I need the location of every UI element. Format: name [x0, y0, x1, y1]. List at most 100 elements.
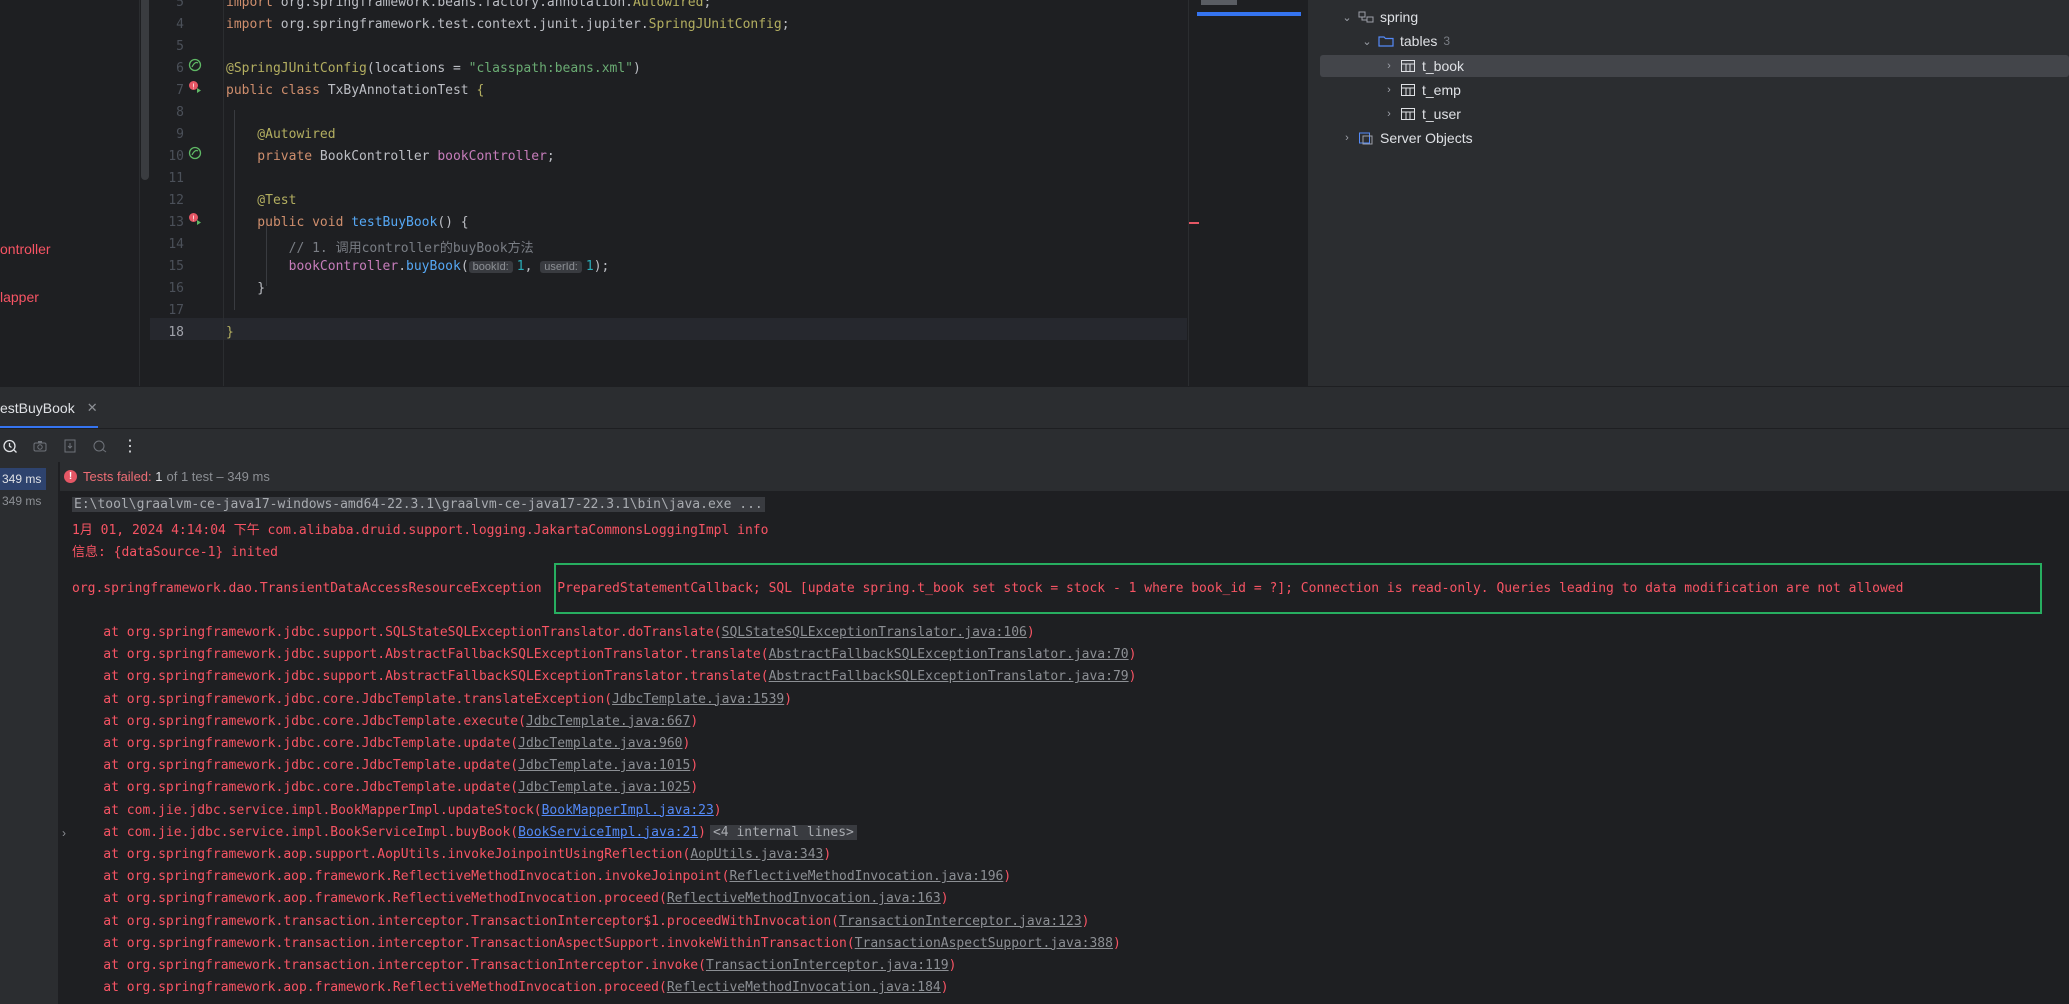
code-line[interactable]: @SpringJUnitConfig(locations = "classpat…: [226, 61, 641, 76]
import-icon[interactable]: [62, 438, 78, 454]
test-history-icon[interactable]: [2, 438, 18, 454]
error-stripe-marker[interactable]: [1189, 222, 1199, 224]
settings-icon[interactable]: [92, 438, 108, 454]
source-link[interactable]: AbstractFallbackSQLExceptionTranslator.j…: [769, 647, 1129, 662]
tree-schema-spring[interactable]: ⌄ spring: [1308, 6, 2069, 28]
stack-frame-end: ): [698, 824, 706, 840]
test-status-bar: ! Tests failed: 1 of 1 test – 349 ms: [60, 462, 2069, 492]
code-editor[interactable]: 5 4 5 6 7 8 9 10 11 12 13 14 15 16 17 18 ! ! import org…: [150, 0, 1196, 386]
code-line[interactable]: public class TxByAnnotationTest {: [226, 83, 484, 98]
source-link[interactable]: JdbcTemplate.java:1539: [612, 692, 784, 707]
run-test-method-icon[interactable]: !: [188, 212, 202, 226]
line-number[interactable]: 17: [150, 303, 184, 318]
test-duration: 349 ms: [2, 494, 42, 508]
source-link[interactable]: ReflectiveMethodInvocation.java:163: [667, 891, 941, 906]
line-number[interactable]: 10: [150, 149, 184, 164]
table-icon: [1401, 60, 1415, 72]
expand-internal-lines-icon[interactable]: ›: [62, 826, 66, 840]
code-line[interactable]: import org.springframework.beans.factory…: [226, 0, 711, 10]
source-link[interactable]: BookMapperImpl.java:23: [542, 803, 714, 818]
tree-server-objects[interactable]: › Server Objects: [1308, 127, 2069, 149]
code-line[interactable]: }: [226, 325, 234, 340]
source-link[interactable]: AopUtils.java:343: [690, 847, 823, 862]
line-number[interactable]: 16: [150, 281, 184, 296]
line-number[interactable]: 12: [150, 193, 184, 208]
source-link[interactable]: SQLStateSQLExceptionTranslator.java:106: [722, 625, 1027, 640]
source-link[interactable]: ReflectiveMethodInvocation.java:196: [729, 869, 1003, 884]
source-link[interactable]: TransactionAspectSupport.java:388: [855, 936, 1113, 951]
chevron-down-icon[interactable]: ⌄: [1340, 11, 1354, 24]
code-line[interactable]: @Autowired: [226, 127, 335, 142]
stack-frame-line: at org.springframework.jdbc.support.Abst…: [72, 669, 1136, 684]
code-line[interactable]: private BookController bookController;: [226, 149, 554, 164]
stack-frame-method: at org.springframework.jdbc.core.JdbcTem…: [72, 758, 519, 774]
source-link[interactable]: TransactionInterceptor.java:119: [706, 958, 949, 973]
internal-lines-fold[interactable]: <4 internal lines>: [709, 824, 857, 840]
source-link[interactable]: AbstractFallbackSQLExceptionTranslator.j…: [769, 669, 1129, 684]
more-options-icon[interactable]: ⋮: [122, 438, 138, 455]
line-number[interactable]: 4: [150, 17, 184, 32]
code-token: org.springframework.beans.factory.annota…: [280, 0, 633, 10]
tree-server-objects-label: Server Objects: [1380, 130, 1473, 146]
line-number[interactable]: 11: [150, 171, 184, 186]
table-icon: [1401, 108, 1415, 120]
tree-table-t-emp[interactable]: › t_emp: [1308, 79, 2069, 101]
code-token: ): [633, 61, 641, 76]
tree-schema-label: spring: [1380, 9, 1419, 25]
console-command-line[interactable]: E:\tool\graalvm-ce-java17-windows-amd64-…: [72, 497, 765, 512]
source-link[interactable]: JdbcTemplate.java:960: [518, 736, 682, 751]
code-token: ,: [524, 259, 541, 274]
stack-frame-method: at org.springframework.transaction.inter…: [72, 935, 855, 951]
line-number[interactable]: 8: [150, 105, 184, 120]
code-line[interactable]: bookController.buyBook(bookId: 1, userId:…: [226, 259, 610, 274]
chevron-right-icon[interactable]: ›: [1340, 132, 1354, 144]
line-number[interactable]: 18: [150, 325, 184, 340]
line-number[interactable]: 5: [150, 0, 184, 10]
source-link[interactable]: JdbcTemplate.java:667: [526, 714, 690, 729]
project-panel: ontroller lapper: [0, 0, 140, 386]
camera-icon[interactable]: [32, 438, 48, 454]
line-number[interactable]: 15: [150, 259, 184, 274]
project-item-controller[interactable]: ontroller: [0, 241, 51, 257]
tree-folder-tables[interactable]: ⌄ tables 3: [1308, 30, 2069, 52]
line-number[interactable]: 6: [150, 61, 184, 76]
test-tree-root[interactable]: 349 ms: [0, 468, 46, 490]
source-link[interactable]: JdbcTemplate.java:1025: [518, 780, 690, 795]
line-number[interactable]: 7: [150, 83, 184, 98]
source-link[interactable]: BookServiceImpl.java:21: [518, 825, 698, 840]
source-link[interactable]: JdbcTemplate.java:1015: [518, 758, 690, 773]
code-line[interactable]: @Test: [226, 193, 296, 208]
stack-frame-end: ): [1026, 625, 1035, 640]
stack-frame-method: at org.springframework.transaction.inter…: [72, 958, 706, 973]
minimap[interactable]: [1188, 0, 1307, 386]
code-line[interactable]: // 1. 调用controller的buyBook方法: [226, 237, 534, 256]
spring-bean-icon[interactable]: [188, 58, 202, 72]
console-output[interactable]: E:\tool\graalvm-ce-java17-windows-amd64-…: [60, 493, 2069, 1004]
stack-frame-method: at org.springframework.aop.support.AopUt…: [72, 847, 691, 862]
code-token: // 1. 调用controller的buyBook方法: [226, 241, 534, 256]
line-number[interactable]: 5: [150, 39, 184, 54]
code-token: import: [226, 0, 281, 10]
code-line[interactable]: import org.springframework.test.context.…: [226, 17, 790, 32]
chevron-right-icon[interactable]: ›: [1382, 108, 1396, 120]
chevron-down-icon[interactable]: ⌄: [1360, 35, 1374, 48]
chevron-right-icon[interactable]: ›: [1382, 84, 1396, 96]
line-number[interactable]: 14: [150, 237, 184, 252]
test-tree-item[interactable]: 349 ms: [0, 490, 41, 512]
project-scrollbar[interactable]: [141, 0, 149, 180]
line-number[interactable]: 13: [150, 215, 184, 230]
line-number[interactable]: 9: [150, 127, 184, 142]
run-test-class-icon[interactable]: !: [188, 80, 202, 94]
chevron-right-icon[interactable]: ›: [1382, 60, 1396, 72]
close-icon[interactable]: ✕: [87, 400, 98, 416]
source-link[interactable]: ReflectiveMethodInvocation.java:184: [667, 980, 941, 995]
code-line[interactable]: }: [226, 281, 265, 296]
spring-autowired-icon[interactable]: [188, 146, 202, 160]
code-line[interactable]: public void testBuyBook() {: [226, 215, 468, 230]
tree-table-t-book[interactable]: › t_book: [1320, 55, 2069, 77]
run-tab[interactable]: estBuyBook ✕: [0, 387, 108, 429]
project-item-mapper[interactable]: lapper: [0, 289, 39, 305]
source-link[interactable]: TransactionInterceptor.java:123: [839, 914, 1082, 929]
tree-table-t-user[interactable]: › t_user: [1308, 103, 2069, 125]
minimap-code: [1201, 0, 1237, 5]
